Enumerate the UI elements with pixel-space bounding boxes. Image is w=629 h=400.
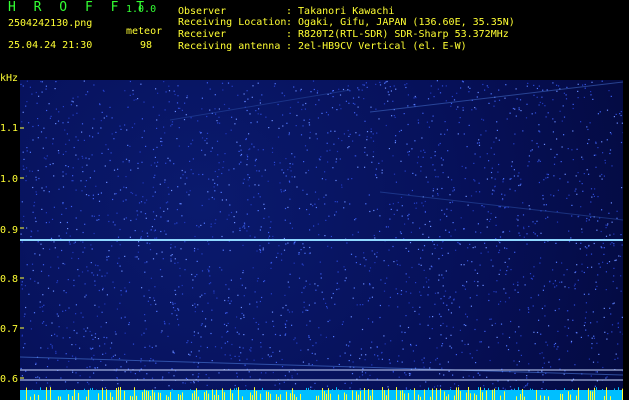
mode-label: meteor (126, 26, 163, 37)
spectrogram-plot (20, 80, 623, 390)
receiver-label: Receiver (178, 29, 227, 40)
antenna-value: : 2el-HB9CV Vertical (el. E-W) (286, 41, 467, 52)
observer-label: Observer (178, 6, 227, 17)
meteor-trace-3 (379, 191, 623, 221)
y-tick-1-0: 1.0 (0, 174, 19, 185)
y-tick-0-7: 0.7 (0, 324, 19, 335)
meteor-count: 98 (140, 40, 153, 51)
meteor-trace-1 (20, 356, 623, 376)
image-filename: 2504242130.png (8, 18, 93, 29)
location-value: : Ogaki, Gifu, JAPAN (136.60E, 35.35N) (286, 17, 515, 28)
y-axis-unit: kHz (0, 73, 19, 84)
y-tick-0-8: 0.8 (0, 274, 19, 285)
meteor-trace-4 (169, 89, 351, 121)
y-tick-0-6: 0.6 (0, 374, 19, 385)
receiver-value: : R820T2(RTL-SDR) SDR-Sharp 53.372MHz (286, 29, 509, 40)
app-version: 1.0.0 (126, 4, 157, 15)
header-panel: H R O F F T 1.0.0 2504242130.png meteor … (0, 0, 629, 72)
y-tick-0-9: 0.9 (0, 225, 19, 236)
location-label: Receiving Location (178, 17, 287, 28)
spectrogram-canvas (20, 80, 623, 390)
meteor-trace-2 (369, 81, 623, 113)
observer-value: : Takanori Kawachi (286, 6, 395, 17)
signal-level-spikes (20, 387, 623, 400)
antenna-label: Receiving antenna (178, 41, 281, 52)
noise-dots (20, 80, 623, 390)
datetime-label: 25.04.24 21:30 (8, 40, 93, 51)
y-tick-1-1: 1.1 (0, 123, 19, 134)
